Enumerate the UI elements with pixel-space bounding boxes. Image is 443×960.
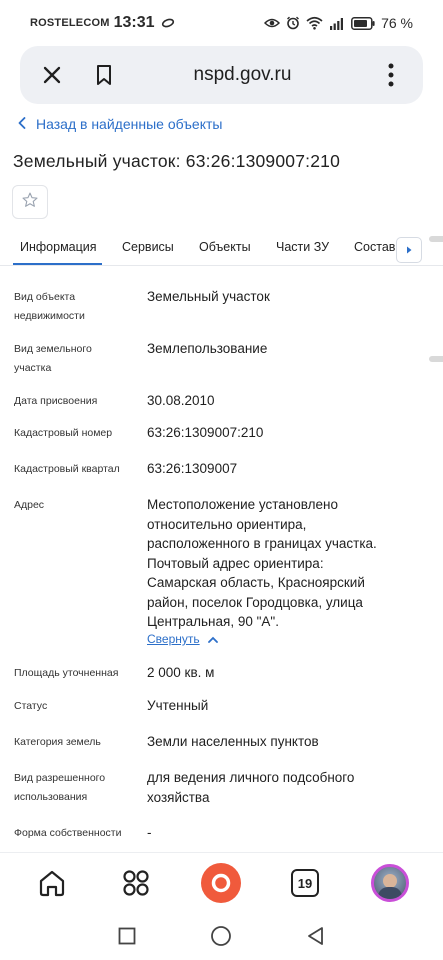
alice-icon[interactable]	[201, 863, 241, 903]
favorite-button[interactable]	[12, 185, 48, 219]
prop-value-ownership-form: -	[147, 825, 152, 840]
home-icon[interactable]	[36, 867, 68, 899]
label-line: недвижимости	[14, 310, 85, 322]
prop-value-address: Местоположение установлено относительно …	[147, 495, 377, 632]
value-line: для ведения личного подсобного	[147, 770, 355, 785]
avatar-face	[383, 874, 397, 888]
prop-label-assignment-date: Дата присвоения	[14, 395, 98, 407]
prop-label-ownership-form: Форма собственности	[14, 827, 122, 839]
back-to-results-link[interactable]: Назад в найденные объекты	[18, 116, 222, 132]
tabs-icon[interactable]: 19	[291, 869, 319, 897]
address-line: расположенного в границах участка.	[147, 536, 377, 551]
prop-label-address: Адрес	[14, 499, 45, 511]
label-line: Вид земельного	[14, 343, 92, 355]
sync-icon	[161, 15, 175, 31]
carrier-label: ROSTELECOM	[30, 17, 110, 29]
label-line: участка	[14, 362, 52, 374]
address-line: Почтовый адрес ориентира:	[147, 555, 324, 571]
battery-icon	[351, 16, 375, 30]
prop-value-area: 2 000 кв. м	[147, 665, 215, 680]
prop-label-status: Статус	[14, 700, 48, 712]
wifi-icon	[306, 16, 323, 30]
tabs-scroll-right-button[interactable]	[396, 237, 422, 263]
status-time: 13:31	[113, 14, 155, 31]
tab-objects[interactable]: Объекты	[199, 240, 251, 254]
status-bar: ROSTELECOM 13:31 76 %	[0, 0, 443, 46]
system-back-icon[interactable]	[305, 925, 327, 947]
star-outline-icon	[21, 191, 39, 214]
chevron-left-icon	[18, 116, 26, 132]
url-text[interactable]: nspd.gov.ru	[118, 64, 377, 86]
browser-address-bar: nspd.gov.ru	[20, 46, 423, 104]
label-line: Вид объекта	[14, 291, 76, 303]
recent-apps-icon[interactable]	[116, 925, 138, 947]
tabs-divider	[0, 265, 443, 266]
prop-value-assignment-date: 30.08.2010	[147, 393, 215, 408]
battery-percent: 76 %	[381, 15, 413, 31]
address-line: район, поселок Городцовка, улица	[147, 594, 363, 610]
prop-value-object-type: Земельный участок	[147, 289, 270, 304]
address-line: относительно ориентира,	[147, 516, 307, 532]
eye-comfort-icon	[264, 17, 281, 29]
prop-value-cadastral-number: 63:26:1309007:210	[147, 425, 264, 440]
bookmark-icon[interactable]	[90, 61, 118, 89]
avatar-body	[378, 887, 402, 899]
scroll-edge-mark	[429, 356, 443, 362]
tab-parts[interactable]: Части ЗУ	[276, 240, 329, 254]
tab-information[interactable]: Информация	[20, 240, 97, 254]
prop-label-object-type: Вид объекта недвижимости	[14, 288, 85, 326]
prop-label-land-type: Вид земельного участка	[14, 340, 92, 378]
scroll-edge-mark	[429, 236, 443, 242]
address-line: Центральная, 90 "А".	[147, 614, 279, 629]
prop-value-cadastral-quarter: 63:26:1309007	[147, 461, 238, 476]
more-vertical-icon[interactable]	[377, 61, 405, 89]
browser-bottom-nav: 19	[0, 852, 443, 912]
prop-label-cadastral-number: Кадастровый номер	[14, 427, 113, 439]
prop-label-permitted-use: Вид разрешенного использования	[14, 769, 105, 807]
prop-label-cadastral-quarter: Кадастровый квартал	[14, 463, 120, 475]
info-tabs: Информация Сервисы Объекты Части ЗУ Сост…	[0, 230, 443, 266]
collapse-link-label: Свернуть	[147, 632, 200, 646]
back-link-label: Назад в найденные объекты	[36, 116, 223, 132]
label-line: Вид разрешенного	[14, 772, 106, 784]
prop-value-land-type: Землепользование	[147, 341, 268, 356]
chevron-up-icon	[207, 632, 218, 646]
address-line: Самарская область, Красноярский	[147, 575, 365, 590]
grid-icon[interactable]	[120, 867, 152, 899]
prop-value-status: Учтенный	[147, 698, 209, 713]
value-line: хозяйства	[147, 789, 210, 805]
prop-value-land-category: Земли населенных пунктов	[147, 734, 319, 749]
prop-value-permitted-use: для ведения личного подсобного хозяйства	[147, 768, 354, 807]
collapse-link[interactable]: Свернуть	[147, 632, 218, 646]
tab-services[interactable]: Сервисы	[122, 240, 174, 254]
alarm-icon	[286, 16, 300, 30]
page-content: Назад в найденные объекты Земельный учас…	[0, 104, 443, 852]
system-home-icon[interactable]	[210, 925, 232, 947]
system-nav-bar	[0, 912, 443, 960]
triangle-right-icon	[406, 241, 412, 259]
avatar[interactable]	[371, 864, 409, 902]
tab-composition[interactable]: Состав	[354, 240, 395, 254]
address-line: Местоположение установлено	[147, 497, 338, 512]
label-line: использования	[14, 791, 88, 803]
signal-icon	[329, 17, 345, 30]
close-icon[interactable]	[38, 61, 66, 89]
prop-label-area: Площадь уточненная	[14, 667, 119, 679]
page-title: Земельный участок: 63:26:1309007:210	[13, 151, 341, 171]
prop-label-land-category: Категория земель	[14, 736, 101, 748]
